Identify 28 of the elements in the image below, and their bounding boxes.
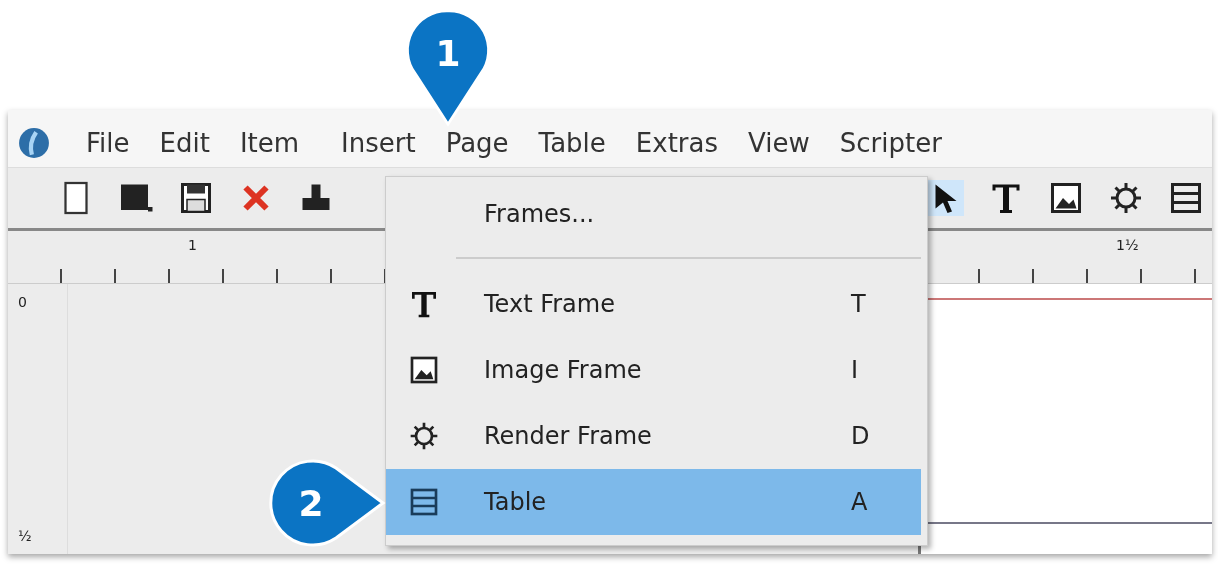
menu-entry[interactable]: Render Frame D bbox=[386, 403, 921, 469]
menu-entry[interactable]: Image Frame I bbox=[386, 337, 921, 403]
gear-icon bbox=[408, 420, 440, 452]
ruler-label: 1 bbox=[188, 237, 197, 253]
menu-item[interactable]: Scripter bbox=[839, 127, 942, 158]
menu-item[interactable]: File bbox=[86, 127, 130, 158]
menu-item[interactable]: Insert bbox=[341, 127, 416, 158]
menu-entry[interactable]: Text Frame T bbox=[386, 271, 921, 337]
pointer-icon[interactable] bbox=[928, 180, 964, 216]
table-icon[interactable] bbox=[1168, 180, 1204, 216]
ruler-label: 1½ bbox=[1116, 237, 1139, 253]
save-icon[interactable] bbox=[178, 180, 214, 216]
menu-entry[interactable]: Table A bbox=[386, 469, 921, 535]
image-frame-icon[interactable] bbox=[1048, 180, 1084, 216]
ruler-label: ½ bbox=[18, 528, 33, 544]
table-icon bbox=[408, 486, 440, 518]
menu-item[interactable]: Extras bbox=[635, 127, 718, 158]
callout-badge: 2 bbox=[266, 458, 386, 548]
menu-item[interactable]: Page bbox=[445, 127, 509, 158]
menu-item[interactable]: Item bbox=[239, 127, 300, 158]
app-logo-icon bbox=[18, 126, 50, 159]
gear-icon[interactable] bbox=[1108, 180, 1144, 216]
menu-item[interactable]: Table bbox=[538, 127, 606, 158]
ruler-label: 0 bbox=[18, 294, 28, 310]
menu-item[interactable]: Edit bbox=[159, 127, 210, 158]
image-frame-icon bbox=[408, 354, 440, 386]
menu-entry[interactable]: Frames... bbox=[386, 183, 921, 245]
menu-item[interactable]: View bbox=[748, 127, 810, 158]
